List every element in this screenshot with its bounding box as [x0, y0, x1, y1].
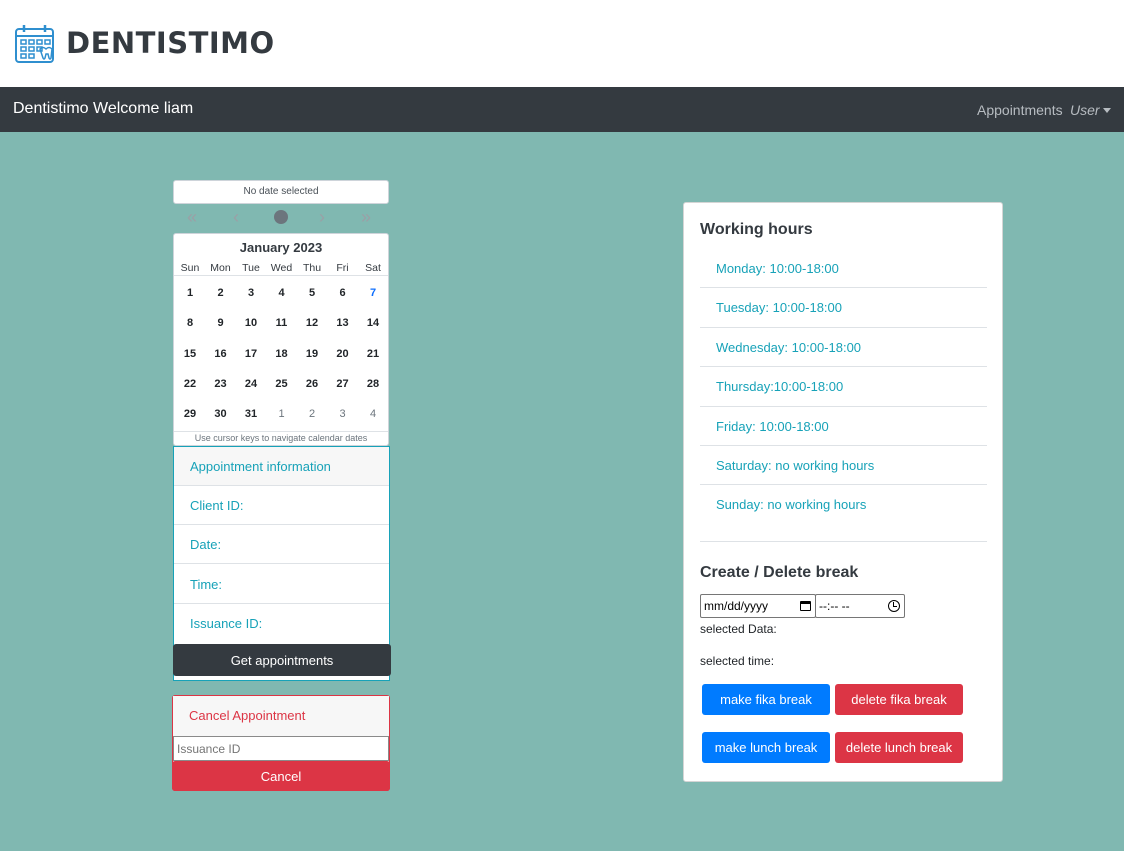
issuance-id-input[interactable]: [173, 736, 389, 761]
calendar-day[interactable]: 23: [206, 369, 236, 399]
calendar-day[interactable]: 3: [328, 399, 358, 429]
navbar-title[interactable]: Dentistimo Welcome liam: [13, 100, 193, 118]
calendar-day[interactable]: 11: [267, 308, 297, 338]
break-time-input[interactable]: --:-- --: [815, 594, 905, 618]
brand-header: DENTISTIMO: [0, 0, 1124, 87]
top-navbar: Dentistimo Welcome liam Appointments Use…: [0, 87, 1124, 132]
calendar-day[interactable]: 6: [328, 278, 358, 308]
selected-date-display[interactable]: No date selected: [173, 180, 389, 204]
cancel-button[interactable]: Cancel: [172, 761, 390, 791]
calendar-day[interactable]: 9: [206, 308, 236, 338]
break-time-placeholder: --:-- --: [819, 599, 850, 613]
caret-down-icon: [1102, 108, 1111, 113]
working-hours-item: Sunday: no working hours: [716, 497, 867, 513]
calendar-day[interactable]: 25: [267, 369, 297, 399]
calendar-day[interactable]: 2: [206, 278, 236, 308]
calendar-day[interactable]: 24: [236, 369, 266, 399]
calendar-day[interactable]: 16: [206, 339, 236, 369]
selected-date-label: selected Data:: [700, 622, 777, 636]
calendar-day[interactable]: 20: [328, 339, 358, 369]
working-hours-item: Friday: 10:00-18:00: [700, 407, 987, 446]
calendar-day[interactable]: 17: [236, 339, 266, 369]
make-fika-break-button[interactable]: make fika break: [702, 684, 830, 715]
calendar-day[interactable]: 10: [236, 308, 266, 338]
calendar-day[interactable]: 18: [267, 339, 297, 369]
calendar-day[interactable]: 3: [236, 278, 266, 308]
calendar-day[interactable]: 13: [328, 308, 358, 338]
calendar-day[interactable]: 2: [297, 399, 327, 429]
weekday-label: Tue: [242, 262, 260, 274]
calendar-day[interactable]: 5: [297, 278, 327, 308]
next-month-icon[interactable]: ›: [319, 207, 325, 227]
calendar: January 2023 Sun Mon Tue Wed Thu Fri Sat 12345…: [173, 233, 389, 446]
next-year-icon[interactable]: »: [361, 207, 371, 227]
prev-month-icon[interactable]: ‹: [233, 207, 239, 227]
working-hours-item: Saturday: no working hours: [700, 446, 987, 486]
cancel-appointment-header: Cancel Appointment: [173, 696, 389, 736]
working-hours-title: Working hours: [700, 221, 813, 238]
calendar-day[interactable]: 29: [175, 399, 205, 429]
calendar-day[interactable]: 14: [358, 308, 388, 338]
selected-time-label: selected time:: [700, 654, 775, 668]
make-lunch-break-button[interactable]: make lunch break: [702, 732, 830, 763]
calendar-day[interactable]: 15: [175, 339, 205, 369]
calendar-month-title: January 2023: [239, 240, 323, 255]
calendar-hint: Use cursor keys to navigate calendar dat…: [174, 431, 388, 443]
current-month-button[interactable]: [274, 210, 288, 224]
working-hours-item: Thursday:10:00-18:00: [700, 367, 987, 407]
nav-user-dropdown[interactable]: User: [1070, 102, 1111, 118]
working-hours-item: Wednesday: 10:00-18:00: [700, 328, 987, 368]
weekday-label: Thu: [302, 262, 322, 274]
issuance-id-row: Issuance ID:: [190, 616, 263, 631]
calendar-day[interactable]: 1: [175, 278, 205, 308]
brand-logo-text: DENTISTIMO: [66, 26, 275, 60]
clock-icon[interactable]: [888, 600, 900, 612]
prev-year-icon[interactable]: «: [187, 207, 197, 227]
weekday-label: Mon: [210, 262, 231, 274]
calendar-day[interactable]: 12: [297, 308, 327, 338]
time-row: Time:: [174, 565, 389, 604]
calendar-day[interactable]: 28: [358, 369, 388, 399]
calendar-day[interactable]: 22: [175, 369, 205, 399]
calendar-day[interactable]: 4: [267, 278, 297, 308]
break-date-input[interactable]: mm/dd/yyyy: [700, 594, 816, 618]
divider: [700, 541, 987, 542]
calendar-day[interactable]: 19: [297, 339, 327, 369]
get-appointments-button[interactable]: Get appointments: [173, 644, 391, 676]
calendar-tooth-icon: [15, 25, 54, 63]
weekday-label: Fri: [336, 262, 349, 274]
weekday-label: Wed: [270, 262, 293, 274]
working-hours-card: Working hours Monday: 10:00-18:00 Tuesday…: [683, 202, 1003, 782]
calendar-icon[interactable]: [800, 601, 811, 611]
calendar-day[interactable]: 4: [358, 399, 388, 429]
nav-appointments-link[interactable]: Appointments: [977, 102, 1063, 118]
calendar-day[interactable]: 8: [175, 308, 205, 338]
break-date-placeholder: mm/dd/yyyy: [704, 599, 769, 613]
weekday-label: Sat: [365, 262, 381, 274]
delete-fika-break-button[interactable]: delete fika break: [835, 684, 963, 715]
appointment-info-card: Appointment information Client ID: Date:…: [173, 446, 391, 681]
working-hours-item: Monday: 10:00-18:00: [700, 249, 987, 289]
appointment-info-header: Appointment information: [174, 447, 389, 486]
calendar-day[interactable]: 1: [267, 399, 297, 429]
working-hours-list: Monday: 10:00-18:00 Tuesday: 10:00-18:00 W…: [700, 249, 987, 525]
nav-user-label: User: [1070, 102, 1100, 118]
calendar-navigation: « ‹ › »: [173, 205, 389, 231]
weekday-header: Sun Mon Tue Wed Thu Fri Sat: [174, 262, 388, 276]
client-id-row: Client ID:: [174, 486, 389, 525]
calendar-day[interactable]: 26: [297, 369, 327, 399]
calendar-day[interactable]: 30: [206, 399, 236, 429]
break-section-title: Create / Delete break: [700, 564, 859, 581]
working-hours-item: Tuesday: 10:00-18:00: [700, 288, 987, 328]
calendar-day[interactable]: 27: [328, 369, 358, 399]
date-row: Date:: [174, 525, 389, 564]
calendar-day[interactable]: 21: [358, 339, 388, 369]
delete-lunch-break-button[interactable]: delete lunch break: [835, 732, 963, 763]
weekday-label: Sun: [180, 262, 200, 274]
cancel-appointment-card: Cancel Appointment Cancel: [172, 695, 390, 791]
calendar-day[interactable]: 31: [236, 399, 266, 429]
calendar-day[interactable]: 7: [358, 278, 388, 308]
